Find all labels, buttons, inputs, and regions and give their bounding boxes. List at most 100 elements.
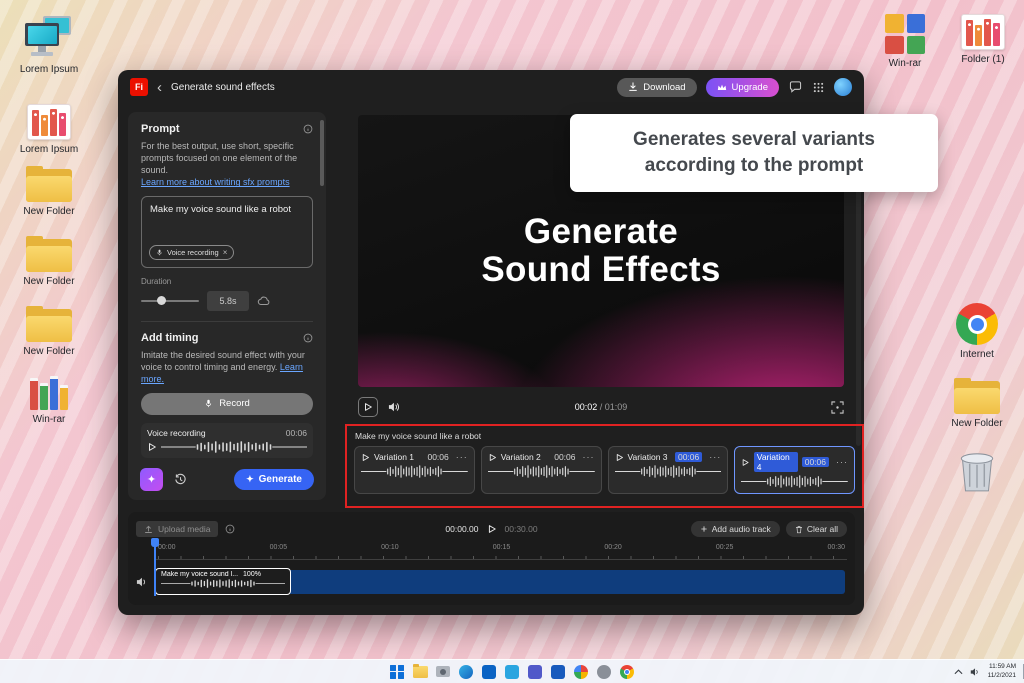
panel-scrollbar[interactable] xyxy=(320,120,324,186)
info-icon[interactable] xyxy=(225,524,235,534)
play-icon[interactable] xyxy=(147,442,157,452)
desktop-icon-internet[interactable]: Internet xyxy=(938,303,1016,360)
desktop-icon-new-folder-4[interactable]: New Folder xyxy=(938,378,1016,429)
more-options-icon[interactable]: ··· xyxy=(456,452,468,462)
add-audio-track-button[interactable]: Add audio track xyxy=(690,521,780,537)
divider xyxy=(141,320,313,322)
trash-icon xyxy=(795,525,802,533)
playhead[interactable] xyxy=(151,538,159,596)
desktop-icon-label: Win-rar xyxy=(888,58,922,69)
desktop-icon-new-folder-2[interactable]: New Folder xyxy=(10,236,88,287)
desktop-icon-new-folder-1[interactable]: New Folder xyxy=(10,166,88,217)
desktop-icon-folder-1[interactable]: Folder (1) xyxy=(944,14,1022,65)
archive-box-icon xyxy=(961,14,1005,50)
variation-label: Variation 4 xyxy=(753,452,798,472)
tray-clock[interactable]: 11:59 AM 11/2/2021 xyxy=(988,663,1016,680)
record-button[interactable]: Record xyxy=(141,392,313,415)
recording-duration: 00:06 xyxy=(285,427,307,438)
play-icon[interactable] xyxy=(361,453,370,462)
feedback-button[interactable] xyxy=(788,80,802,94)
audio-track[interactable]: Make my voice sound l... 100% xyxy=(155,568,847,595)
variation-card-1[interactable]: Variation 1 00:06 ··· xyxy=(354,446,475,494)
history-icon xyxy=(174,473,186,485)
variation-time: 00:06 xyxy=(801,457,829,467)
crown-icon xyxy=(717,84,726,90)
windows-icon xyxy=(390,664,404,679)
firefly-logo[interactable]: Fi xyxy=(130,78,148,96)
desktop-icon-archive[interactable]: Lorem Ipsum xyxy=(10,104,88,155)
start-button[interactable] xyxy=(389,664,405,680)
edge-icon[interactable] xyxy=(458,664,474,680)
timeline-ruler[interactable]: 00:00 00:05 00:10 00:15 00:20 00:25 00:3… xyxy=(156,544,847,560)
play-button[interactable] xyxy=(358,397,378,417)
preview-title: Generate Sound Effects xyxy=(481,211,721,289)
word-icon[interactable] xyxy=(550,664,566,680)
upload-media-button[interactable]: Upload media xyxy=(136,521,219,537)
desktop-icon-winrar[interactable]: Win-rar xyxy=(10,372,88,425)
chip-close-icon[interactable]: × xyxy=(223,248,228,257)
prompt-panel: Prompt For the best output, use short, s… xyxy=(128,112,326,500)
add-timing-title: Add timing xyxy=(141,331,199,344)
play-icon[interactable] xyxy=(487,524,497,534)
teams-icon[interactable] xyxy=(527,664,543,680)
variation-card-3[interactable]: Variation 3 00:06 ··· xyxy=(607,446,729,494)
waveform xyxy=(615,465,722,478)
timeline-panel: Upload media 00:00.00 00:30.00 Add audio… xyxy=(128,512,855,605)
settings-icon[interactable] xyxy=(596,664,612,680)
desktop-icon-label: Lorem Ipsum xyxy=(19,144,79,155)
desktop-icon-winrar-2[interactable]: Win-rar xyxy=(866,14,944,69)
avatar[interactable] xyxy=(834,78,852,96)
sfx-prompts-link[interactable]: Learn more about writing sfx prompts xyxy=(141,176,313,188)
variation-label: Variation 1 xyxy=(374,452,415,462)
back-button[interactable]: ‹ xyxy=(157,80,162,95)
info-icon[interactable] xyxy=(303,124,313,134)
variation-card-4[interactable]: Variation 4 00:06 ··· xyxy=(734,446,855,494)
photos-icon[interactable] xyxy=(573,664,589,680)
chip-label: Voice recording xyxy=(167,247,219,257)
duration-value[interactable]: 5.8s xyxy=(207,290,249,311)
prompt-text: Make my voice sound like a robot xyxy=(150,203,291,215)
app-header: Fi ‹ Generate sound effects Download Upg… xyxy=(118,70,864,104)
track-volume-icon[interactable] xyxy=(136,576,149,588)
mail-icon[interactable] xyxy=(504,664,520,680)
callout-text: Generates several variants according to … xyxy=(633,129,875,176)
clear-all-button[interactable]: Clear all xyxy=(785,521,847,537)
duration-slider[interactable] xyxy=(141,296,199,306)
chevron-up-icon[interactable] xyxy=(954,668,963,675)
desktop-icon-this-pc[interactable]: Lorem Ipsum xyxy=(10,16,88,75)
store-icon[interactable] xyxy=(481,664,497,680)
desktop-icon-label: New Folder xyxy=(23,276,75,287)
audio-clip[interactable]: Make my voice sound l... 100% xyxy=(155,568,291,595)
play-icon[interactable] xyxy=(488,453,497,462)
desktop-icon-recycle-bin[interactable] xyxy=(938,446,1016,498)
frame-icon xyxy=(831,400,844,414)
download-button[interactable]: Download xyxy=(617,77,697,97)
tray-volume-icon[interactable] xyxy=(970,667,981,677)
voice-recording-item[interactable]: Voice recording 00:06 xyxy=(141,422,313,458)
prompt-input[interactable]: Make my voice sound like a robot Voice r… xyxy=(141,195,313,268)
waveform xyxy=(161,579,285,588)
generate-button[interactable]: ✦ Generate xyxy=(234,469,314,490)
more-options-icon[interactable]: ··· xyxy=(583,452,595,462)
camera-icon[interactable] xyxy=(435,664,451,680)
timeline-total-time: 00:30.00 xyxy=(504,524,538,534)
effects-button[interactable]: ✦ xyxy=(140,468,163,491)
capture-frame-button[interactable] xyxy=(831,400,844,414)
upgrade-button[interactable]: Upgrade xyxy=(705,77,779,97)
comment-icon xyxy=(789,81,801,93)
more-options-icon[interactable]: ··· xyxy=(836,457,848,467)
chrome-taskbar-icon[interactable] xyxy=(619,664,635,680)
variation-card-2[interactable]: Variation 2 00:06 ··· xyxy=(480,446,602,494)
computer-icon xyxy=(25,16,73,60)
duration-label: Duration xyxy=(141,276,172,286)
file-explorer-icon[interactable] xyxy=(412,663,428,680)
play-icon[interactable] xyxy=(615,453,624,462)
apps-grid-icon[interactable] xyxy=(811,80,825,94)
desktop-icon-new-folder-3[interactable]: New Folder xyxy=(10,306,88,357)
history-button[interactable] xyxy=(171,471,189,489)
more-options-icon[interactable]: ··· xyxy=(709,452,721,462)
volume-icon[interactable] xyxy=(388,401,401,413)
play-icon[interactable] xyxy=(741,458,750,467)
info-icon[interactable] xyxy=(303,333,313,343)
voice-recording-chip[interactable]: Voice recording × xyxy=(149,244,235,260)
